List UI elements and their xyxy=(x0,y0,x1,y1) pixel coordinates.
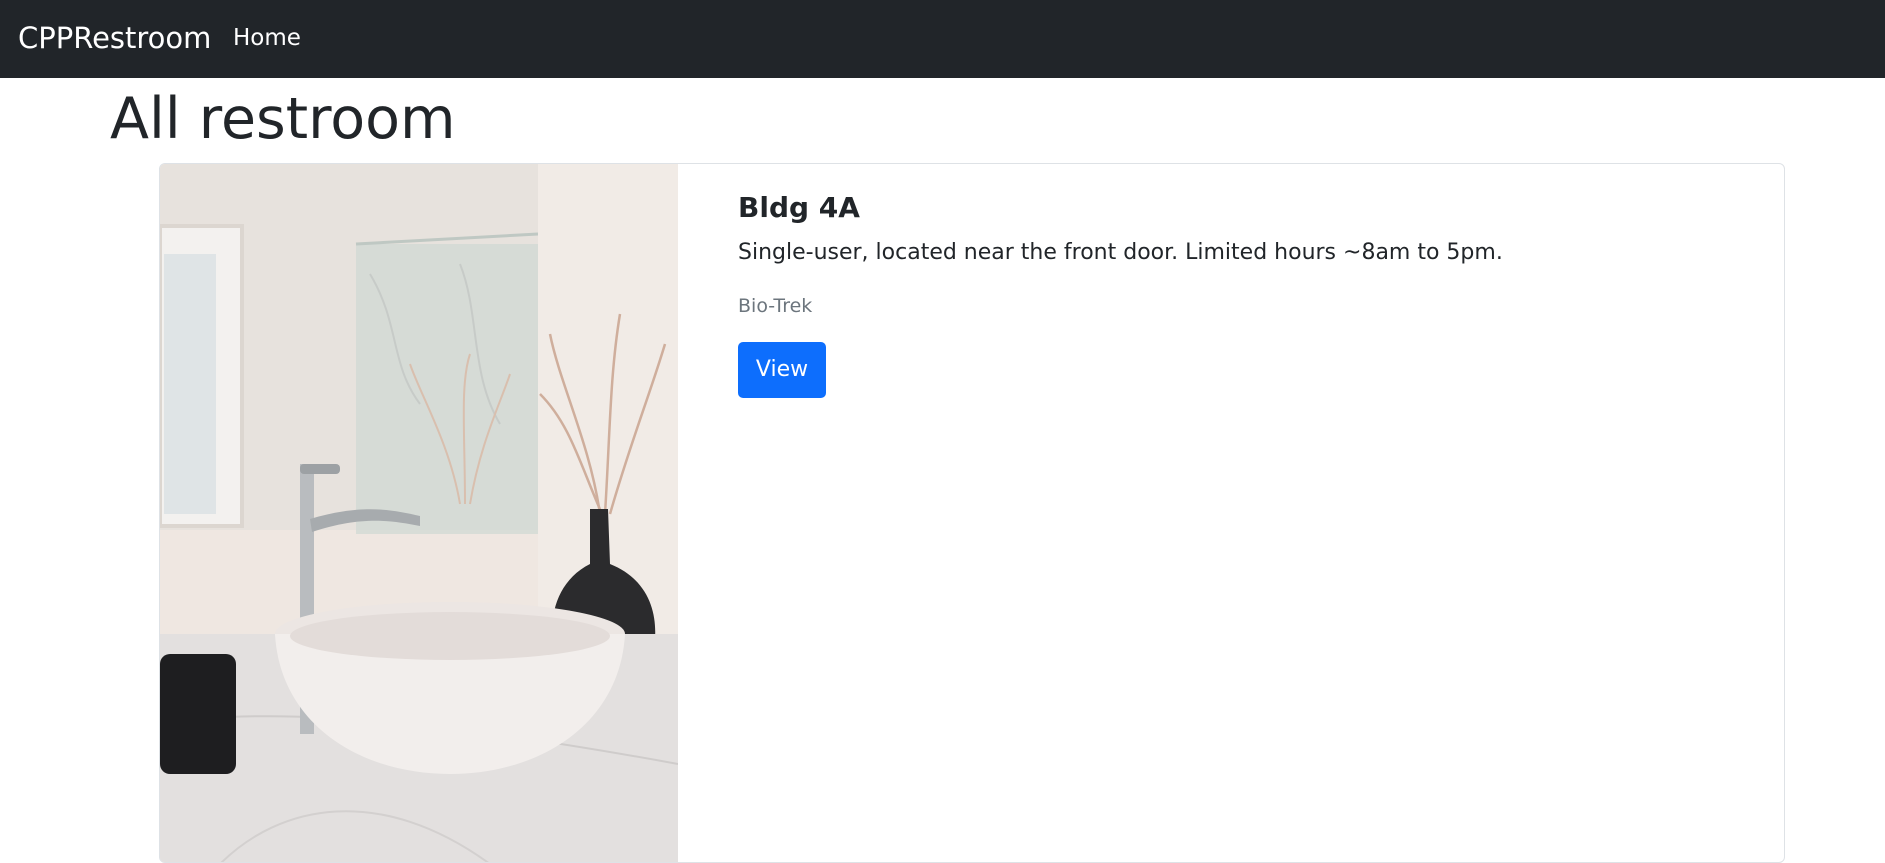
restroom-description: Single-user, located near the front door… xyxy=(738,240,1503,265)
restroom-card: Bldg 4A Single-user, located near the fr… xyxy=(159,163,1785,863)
card-body: Bldg 4A Single-user, located near the fr… xyxy=(738,188,1503,398)
nav-link-home[interactable]: Home xyxy=(233,22,301,54)
restroom-location: Bio-Trek xyxy=(738,295,813,317)
page-title: All restroom xyxy=(110,86,456,152)
restroom-image xyxy=(160,164,678,862)
navbar-brand[interactable]: CPPRestroom xyxy=(18,18,211,58)
navbar: CPPRestroom Home xyxy=(0,0,1885,78)
restroom-name: Bldg 4A xyxy=(738,191,860,224)
view-button[interactable]: View xyxy=(738,342,826,398)
